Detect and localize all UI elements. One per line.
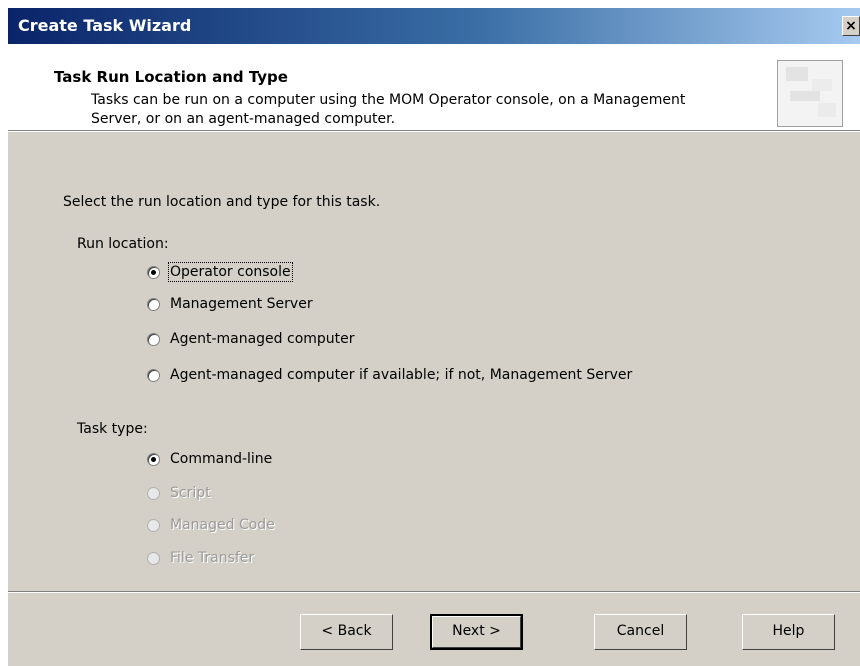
wizard-graphic-icon	[777, 60, 843, 127]
radio-label: File Transfer	[170, 550, 255, 566]
radio-button[interactable]	[147, 297, 160, 311]
radio-operator-console[interactable]: Operator console	[147, 262, 293, 282]
radio-button	[147, 518, 160, 532]
radio-management-server[interactable]: Management Server	[147, 296, 313, 312]
radio-label: Command-line	[170, 451, 273, 467]
radio-label: Managed Code	[170, 517, 275, 533]
radio-label: Agent-managed computer if available; if …	[170, 367, 633, 383]
task-type-label: Task type:	[77, 421, 148, 437]
radio-button	[147, 486, 160, 500]
page-title: Task Run Location and Type	[54, 68, 288, 86]
run-location-label: Run location:	[77, 236, 169, 252]
radio-button[interactable]	[147, 368, 160, 382]
radio-label: Agent-managed computer	[170, 331, 355, 347]
back-button[interactable]: < Back	[300, 614, 393, 650]
radio-script: Script	[147, 485, 211, 501]
radio-button	[147, 551, 160, 565]
title-bar[interactable]: Create Task Wizard ×	[8, 8, 860, 44]
radio-button[interactable]	[147, 332, 160, 346]
window-title: Create Task Wizard	[18, 16, 192, 35]
instruction-text: Select the run location and type for thi…	[63, 194, 381, 210]
wizard-window: Create Task Wizard × Task Run Location a…	[8, 8, 860, 666]
next-button-label: Next >	[452, 623, 501, 639]
footer-separator	[8, 591, 860, 593]
radio-button[interactable]	[147, 452, 160, 466]
radio-agent-managed-computer[interactable]: Agent-managed computer	[147, 331, 355, 347]
radio-agent-or-management-server[interactable]: Agent-managed computer if available; if …	[147, 367, 632, 383]
radio-button[interactable]	[147, 265, 160, 279]
radio-label: Management Server	[170, 296, 313, 312]
page-description: Tasks can be run on a computer using the…	[91, 92, 686, 127]
close-button[interactable]: ×	[842, 16, 860, 36]
help-button[interactable]: Help	[742, 614, 835, 650]
cancel-button[interactable]: Cancel	[594, 614, 687, 650]
radio-label: Operator console	[168, 262, 293, 282]
close-icon: ×	[845, 18, 857, 34]
radio-file-transfer: File Transfer	[147, 550, 254, 566]
wizard-header: Task Run Location and Type Tasks can be …	[8, 44, 860, 131]
radio-command-line[interactable]: Command-line	[147, 451, 272, 467]
radio-label: Script	[170, 485, 211, 501]
radio-managed-code: Managed Code	[147, 517, 275, 533]
next-button[interactable]: Next >	[430, 614, 523, 650]
